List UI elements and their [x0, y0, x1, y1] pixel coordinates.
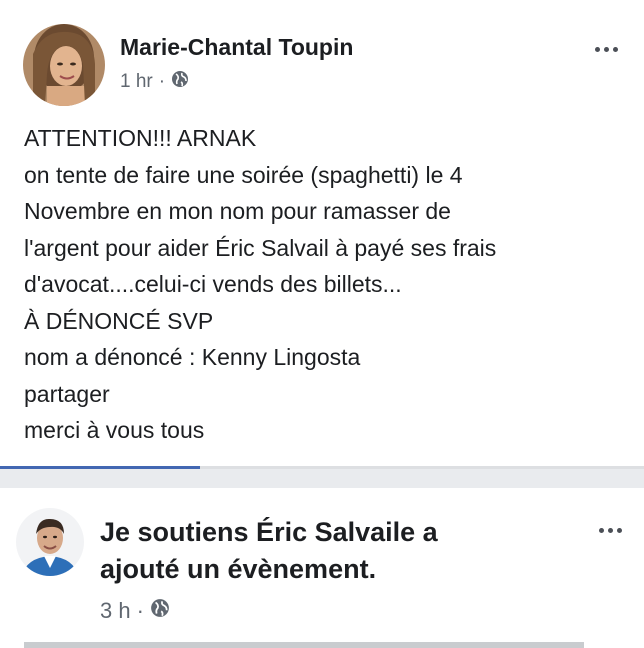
meta-separator: ·: [158, 71, 166, 92]
post-card-2: Je soutiens Éric Salvaile a ajouté un év…: [0, 488, 644, 648]
post-line: Novembre en mon nom pour ramasser de: [24, 198, 451, 224]
active-tab-indicator: [0, 466, 200, 469]
post-line: À DÉNONCÉ SVP: [24, 307, 214, 334]
avatar-photo: [23, 24, 105, 106]
post-line: nom a dénoncé : Kenny Lingosta: [24, 344, 361, 370]
post-line: partager: [24, 380, 110, 407]
meta-separator: ·: [136, 598, 144, 623]
event-title-line: ajouté un évènement.: [100, 554, 377, 584]
avatar-photo: [16, 508, 84, 576]
post-meta: 1 hr ·: [120, 70, 189, 94]
author-avatar[interactable]: [23, 24, 105, 106]
post-line: ATTENTION!!! ARNAK: [24, 125, 257, 151]
globe-icon[interactable]: [150, 598, 170, 624]
divider: [200, 466, 644, 469]
post-line: d'avocat....celui-ci vends des billets..…: [24, 271, 402, 297]
post-body: ATTENTION!!! ARNAK on tente de faire une…: [24, 120, 496, 449]
event-title-line: Je soutiens Éric Salvaile a: [100, 517, 438, 547]
author-name[interactable]: Marie-Chantal Toupin: [120, 34, 353, 61]
more-options-icon[interactable]: [599, 528, 622, 533]
page-avatar[interactable]: [16, 508, 84, 576]
globe-icon[interactable]: [171, 70, 189, 94]
post-line: on tente de faire une soirée (spaghetti)…: [24, 161, 463, 188]
post-meta: 3 h ·: [100, 598, 170, 624]
post-line: l'argent pour aider Éric Salvail à payé …: [24, 234, 497, 261]
post-card-1: Marie-Chantal Toupin 1 hr · ATTENTION!!!…: [0, 0, 644, 466]
post-line: merci à vous tous: [24, 417, 205, 443]
event-title[interactable]: Je soutiens Éric Salvaile a ajouté un év…: [100, 514, 560, 588]
truncated-text: [24, 642, 584, 648]
post-timestamp[interactable]: 1 hr: [120, 71, 153, 93]
post-timestamp[interactable]: 3 h: [100, 598, 131, 624]
more-options-icon[interactable]: [595, 47, 618, 52]
